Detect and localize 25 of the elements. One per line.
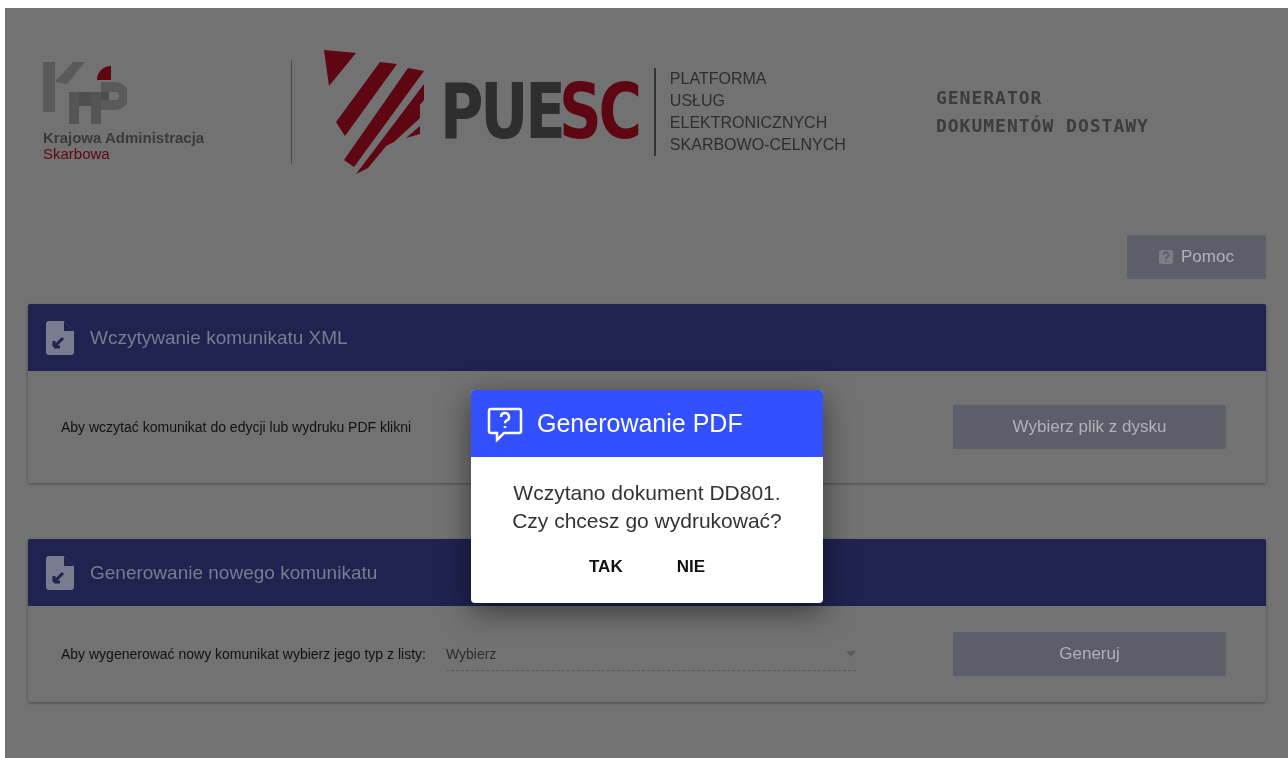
- panel-instruction: Aby wczytać komunikat do edycji lub wydruku PDF klikni: [61, 419, 412, 435]
- question-bubble-icon: [487, 405, 523, 442]
- puesc-tagline: USŁUG: [669, 91, 726, 112]
- no-button[interactable]: NIE: [664, 549, 717, 585]
- panel-title: Wczytywanie komunikatu XML: [90, 326, 348, 349]
- type-select[interactable]: Wybierz: [445, 637, 856, 671]
- panel-title: Generowanie nowego komunikatu: [90, 561, 378, 584]
- yes-button[interactable]: TAK: [577, 549, 635, 585]
- panel-instruction: Aby wygenerować nowy komunikat wybierz jego typ z listy:: [61, 646, 426, 662]
- kas-name: Krajowa Administracja: [43, 130, 206, 147]
- file-import-icon: [46, 320, 74, 355]
- file-export-icon: [46, 555, 74, 590]
- help-icon: [1159, 250, 1174, 265]
- choose-file-button[interactable]: Wybierz plik z dysku: [953, 405, 1226, 449]
- dialog-message: Czy chcesz go wydrukować?: [512, 508, 782, 534]
- dialog-message: Wczytano dokument DD801.: [513, 480, 781, 506]
- generate-button[interactable]: Generuj: [953, 632, 1226, 676]
- puesc-tagline: SKARBOWO-CELNYCH: [669, 135, 846, 156]
- dialog-title: Generowanie PDF: [537, 409, 743, 438]
- kas-name-line: Skarbowa: [43, 146, 110, 163]
- puesc-wordmark: PUE: [440, 74, 563, 151]
- help-button[interactable]: Pomoc: [1127, 235, 1266, 280]
- puesc-tagline: ELEKTRONICZNYCH: [669, 113, 829, 134]
- dropdown-caret-icon: [845, 650, 856, 657]
- puesc-tagline: PLATFORMA: [669, 69, 768, 90]
